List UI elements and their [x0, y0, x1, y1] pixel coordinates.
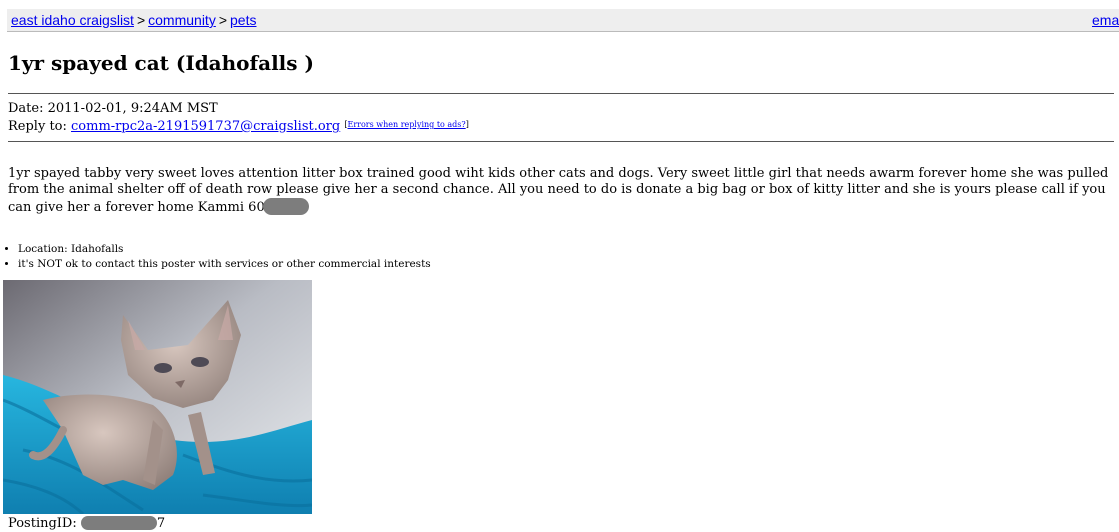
posting-id: PostingID: 7: [8, 516, 165, 532]
hairless-kitten-photo: [3, 280, 312, 514]
post-date: Date: 2011-02-01, 9:24AM MST: [8, 101, 218, 116]
redacted-phone: [262, 198, 309, 215]
post-body-text: 1yr spayed tabby very sweet loves attent…: [8, 166, 1109, 215]
breadcrumb-category-link[interactable]: pets: [230, 12, 256, 28]
breadcrumb-bar: east idaho craigslist > community > pets ema: [7, 9, 1119, 32]
posting-id-label: PostingID:: [8, 516, 77, 531]
redacted-posting-id: [80, 516, 157, 530]
divider: [8, 93, 1114, 94]
email-this-posting-link[interactable]: ema: [1092, 9, 1119, 31]
breadcrumb-separator: >: [218, 12, 228, 28]
breadcrumb: east idaho craigslist > community > pets: [11, 9, 256, 31]
commercial-notice-blurb: it's NOT ok to contact this poster with …: [18, 257, 431, 272]
breadcrumb-separator: >: [136, 12, 146, 28]
post-title: 1yr spayed cat (Idahofalls ): [8, 51, 314, 75]
post-meta: Date: 2011-02-01, 9:24AM MST Reply to: c…: [8, 101, 469, 135]
reply-errors-link[interactable]: Errors when replying to ads?: [347, 120, 465, 129]
post-blurbs: Location: Idahofalls it's NOT ok to cont…: [4, 242, 431, 272]
post-body: 1yr spayed tabby very sweet loves attent…: [8, 166, 1116, 216]
posting-id-tail: 7: [156, 516, 166, 531]
reply-to-line: Reply to: comm-rpc2a-2191591737@craigsli…: [8, 117, 469, 135]
reply-email-link[interactable]: comm-rpc2a-2191591737@craigslist.org: [71, 119, 340, 134]
breadcrumb-site-link[interactable]: east idaho craigslist: [11, 12, 134, 28]
breadcrumb-section-link[interactable]: community: [148, 12, 216, 28]
reply-errors: [Errors when replying to ads?]: [344, 120, 469, 129]
location-blurb: Location: Idahofalls: [18, 242, 431, 257]
reply-to-label: Reply to:: [8, 119, 67, 134]
divider: [8, 141, 1114, 142]
